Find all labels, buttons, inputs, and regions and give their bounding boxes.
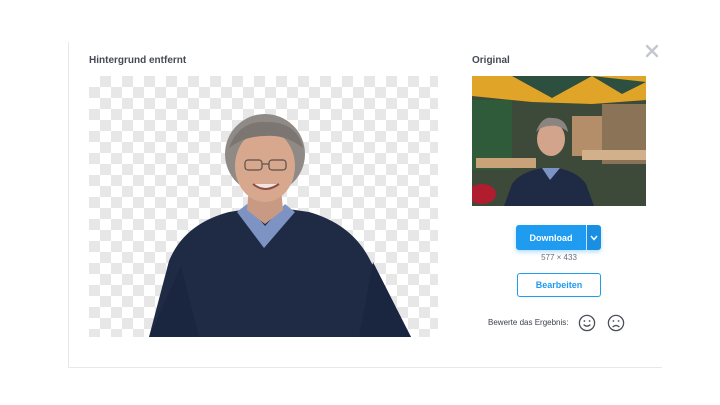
- result-image: [89, 76, 438, 337]
- result-title: Hintergrund entfernt: [89, 55, 187, 66]
- original-photo: [472, 76, 646, 206]
- rating-label: Bewerte das Ergebnis:: [488, 318, 569, 327]
- download-options-button[interactable]: [587, 225, 601, 250]
- edit-button[interactable]: Bearbeiten: [517, 273, 601, 297]
- smiley-happy-icon: [578, 314, 596, 332]
- smiley-sad-icon: [607, 314, 625, 332]
- image-dimensions: 577 × 433: [541, 253, 577, 262]
- close-button[interactable]: [644, 43, 660, 59]
- download-group: Download: [516, 225, 601, 250]
- original-title: Original: [472, 55, 510, 66]
- person-cutout: [149, 114, 411, 337]
- rate-bad-button[interactable]: [607, 314, 625, 332]
- chevron-down-icon: [590, 235, 598, 241]
- close-icon: [645, 44, 659, 58]
- download-button[interactable]: Download: [516, 225, 586, 250]
- original-thumbnail: [472, 76, 646, 206]
- rate-good-button[interactable]: [578, 314, 596, 332]
